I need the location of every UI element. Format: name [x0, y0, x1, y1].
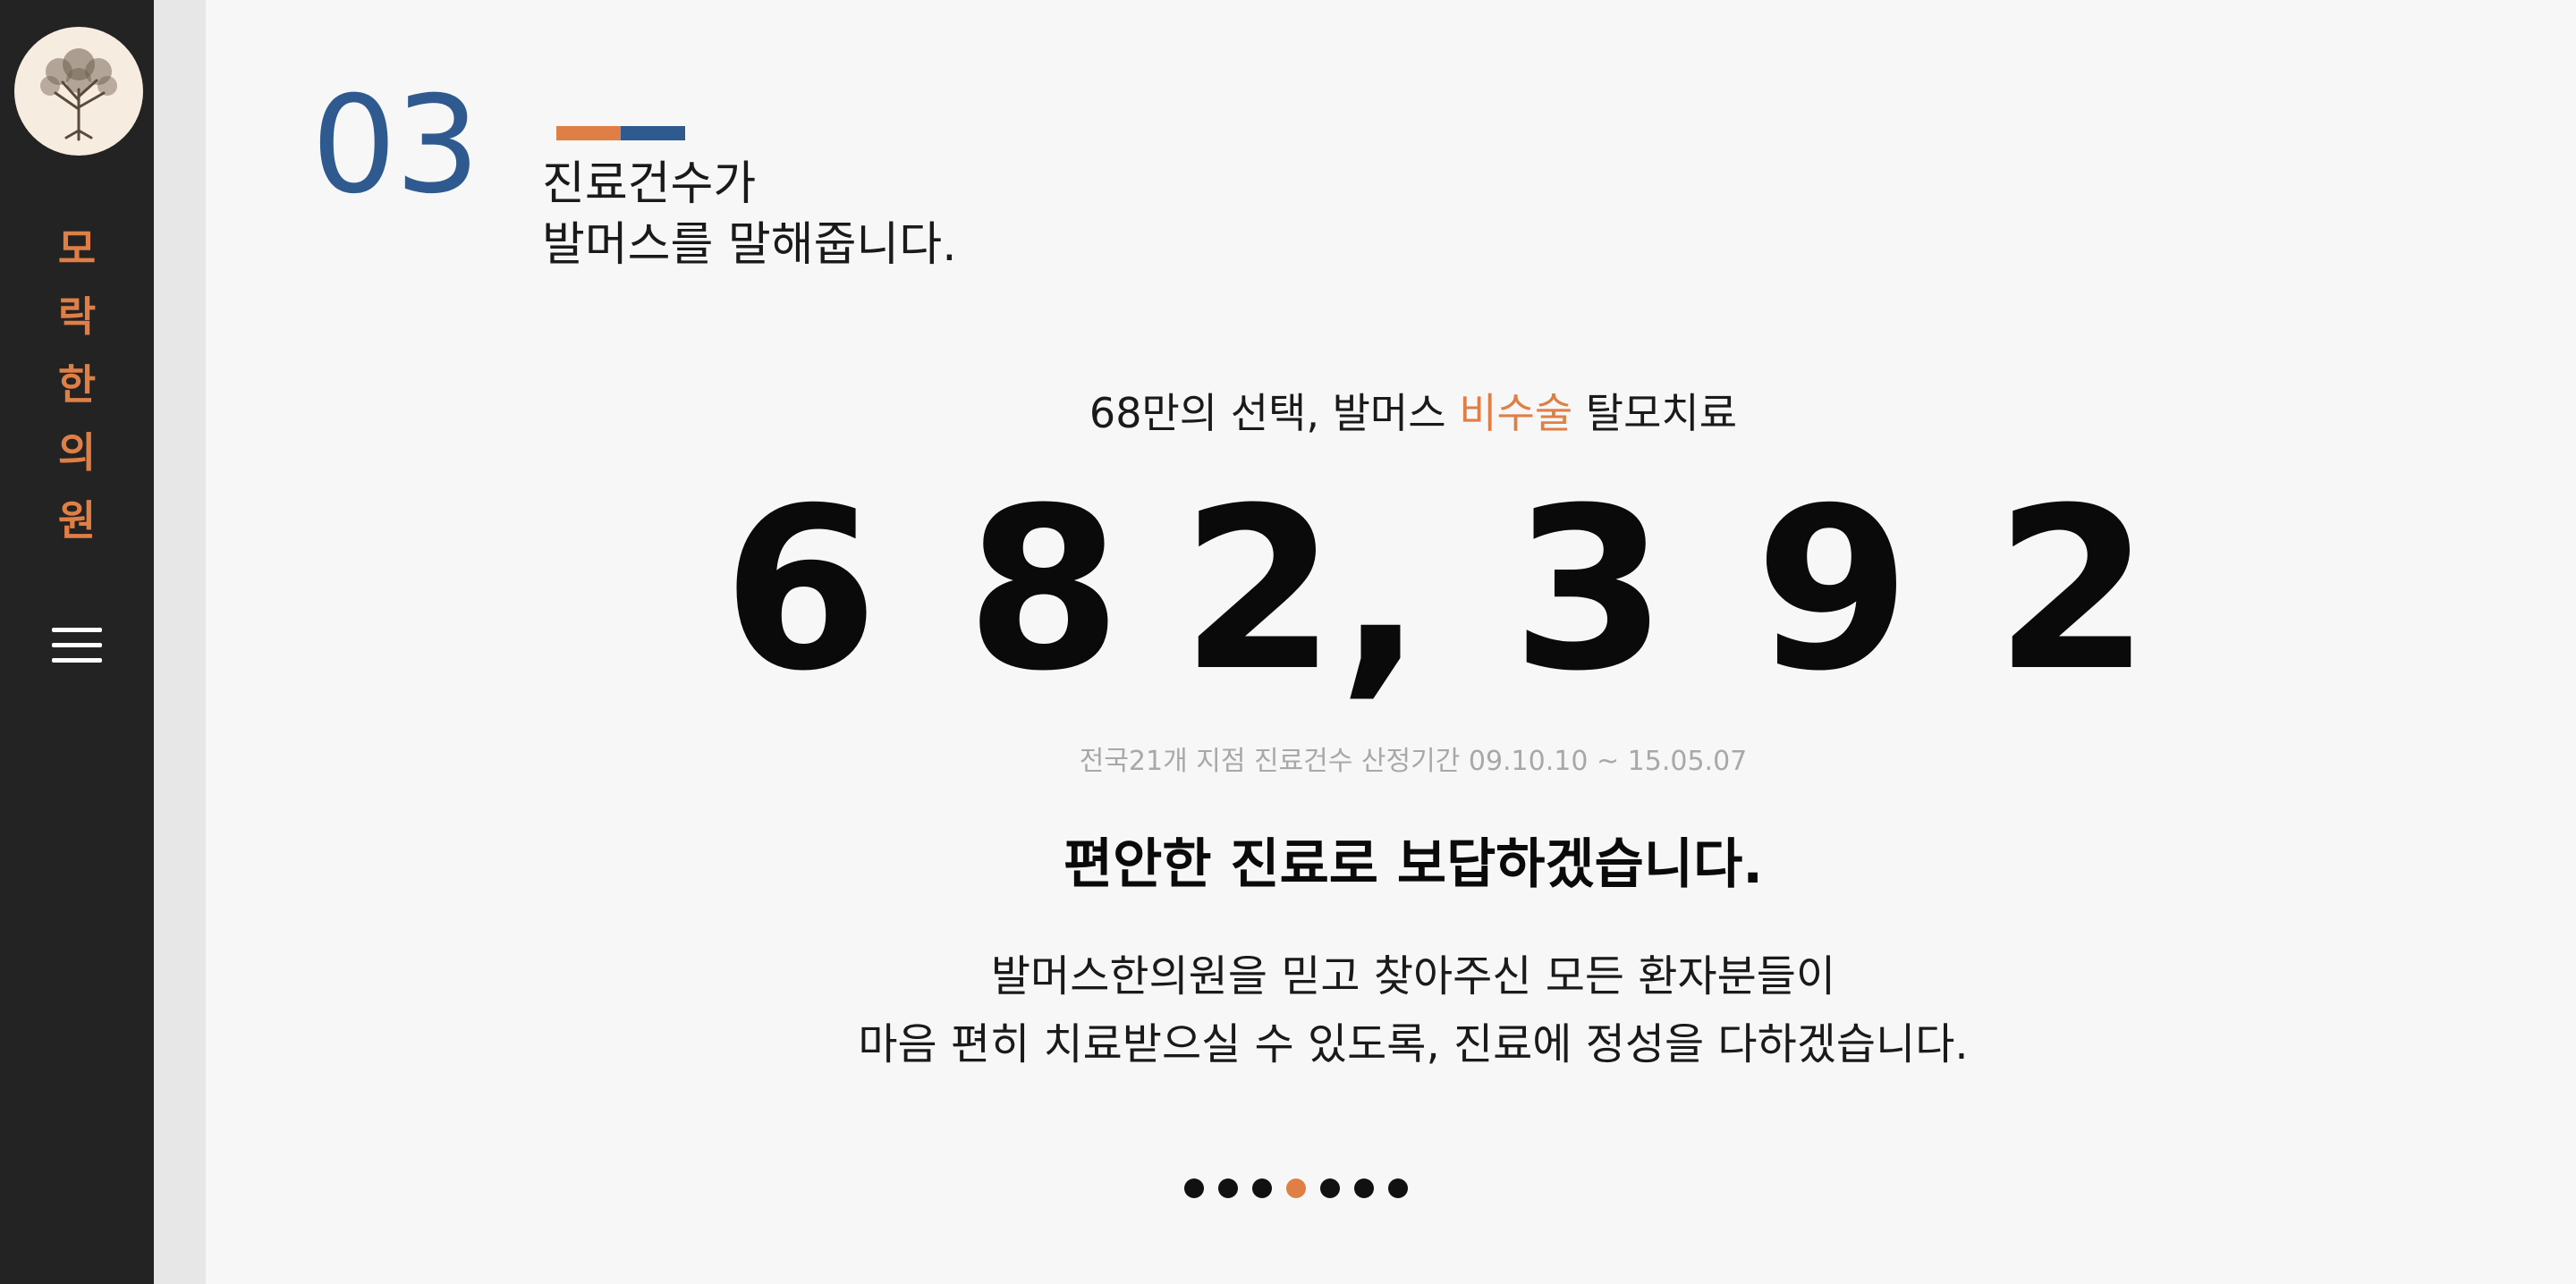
brand-char: 락 — [57, 292, 97, 341]
hamburger-menu-icon[interactable] — [52, 624, 102, 667]
accent-bar-blue — [621, 126, 685, 140]
tagline: 68만의 선택, 발머스 비수술 탈모치료 — [0, 381, 2576, 440]
counter-note: 전국21개 지점 진료건수 산정기간 09.10.10 ~ 15.05.07 — [1079, 746, 1748, 777]
section-accent-bar — [556, 126, 685, 140]
pagination-dot[interactable] — [1354, 1178, 1374, 1198]
brand-char: 원 — [57, 496, 97, 545]
promise-body-line: 발머스한의원을 믿고 찾아주신 모든 환자분들이 — [990, 951, 1836, 1001]
tagline-accent: 비수술 — [1459, 389, 1573, 437]
counter-digit: 6 — [723, 460, 878, 720]
section-title-line: 진료건수가 — [542, 157, 757, 211]
pagination-dot[interactable] — [1388, 1178, 1408, 1198]
promise-body-line: 마음 편히 치료받으실 수 있도록, 진료에 정성을 다하겠습니다. — [858, 1019, 1969, 1069]
section-number: 03 — [311, 68, 480, 224]
pagination-dot-active[interactable] — [1286, 1178, 1306, 1198]
pagination-dot[interactable] — [1218, 1178, 1238, 1198]
promise-heading: 편안한 진료로 보답하겠습니다. — [1063, 833, 1764, 896]
section-title-line: 발머스를 말해줍니다. — [542, 218, 957, 272]
treatment-counter: 6 8 2 , 3 9 2 — [707, 460, 2150, 720]
tagline-text: 68만의 선택, 발머스 — [1089, 389, 1460, 437]
counter-digit: 3 — [1512, 460, 1667, 720]
counter-digit: 2 — [1995, 460, 2150, 720]
counter-digit: 2 — [1181, 460, 1336, 720]
section-title: 진료건수가 발머스를 말해줍니다. — [542, 154, 957, 275]
pagination-dot[interactable] — [1184, 1178, 1204, 1198]
accent-bar-orange — [556, 126, 621, 140]
pagination-dot[interactable] — [1320, 1178, 1340, 1198]
section-pagination — [1184, 1178, 1408, 1198]
logo[interactable] — [14, 27, 143, 156]
sidebar-gutter — [154, 0, 206, 1284]
tagline-text: 탈모치료 — [1572, 389, 1738, 437]
tree-icon — [40, 48, 117, 141]
pagination-dot[interactable] — [1252, 1178, 1272, 1198]
promise-body: 발머스한의원을 믿고 찾아주신 모든 환자분들이 마음 편히 치료받으실 수 있… — [0, 942, 2576, 1078]
counter-digit: 8 — [966, 460, 1122, 720]
sidebar: 모 락 한 의 원 — [0, 0, 154, 1284]
counter-digit: 9 — [1755, 460, 1911, 720]
counter-separator: , — [1338, 460, 1423, 720]
brand-char: 모 — [57, 224, 97, 273]
